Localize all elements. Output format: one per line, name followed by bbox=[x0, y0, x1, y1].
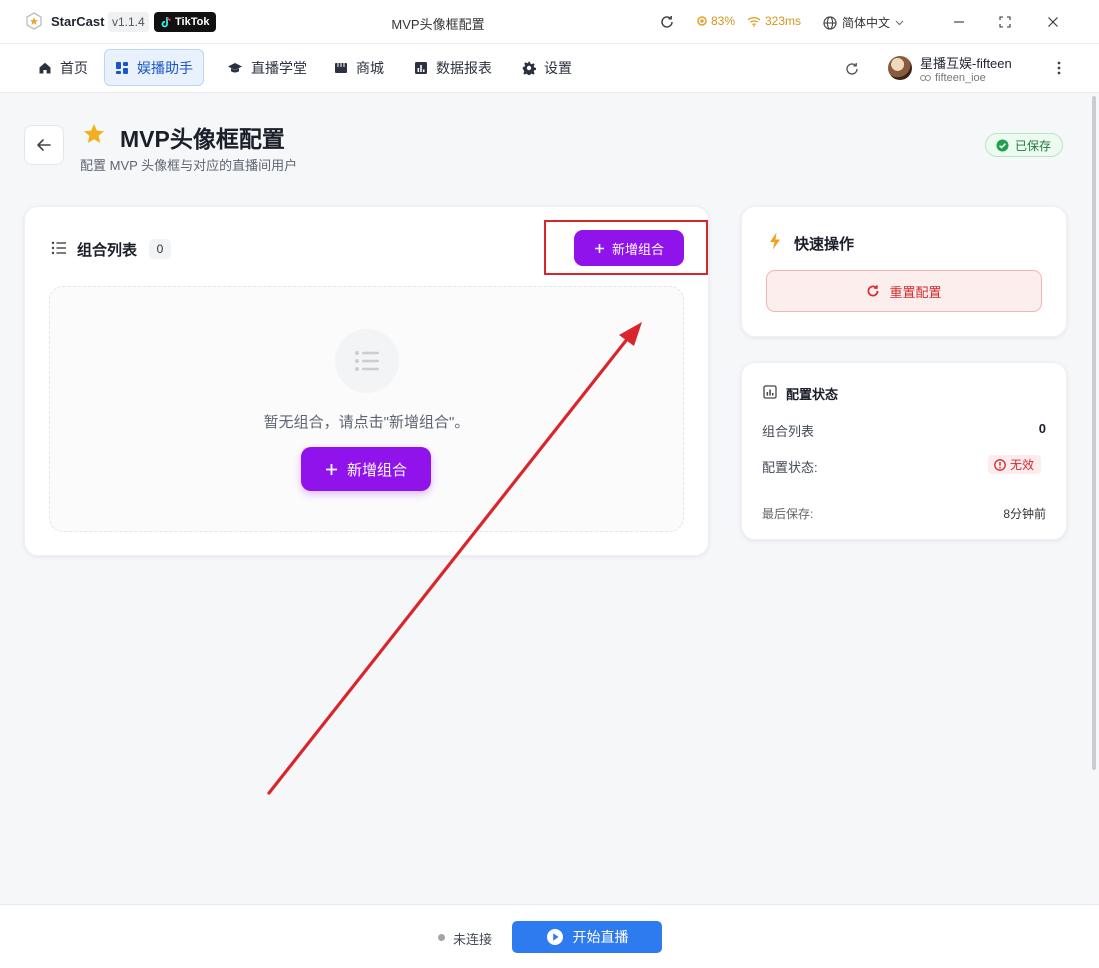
combo-list-title: 组合列表 bbox=[77, 242, 138, 259]
status-row-value: 0 bbox=[1038, 421, 1046, 436]
plus-icon bbox=[325, 463, 337, 475]
page-subtitle: 配置 MVP 头像框与对应的直播间用户 bbox=[80, 158, 298, 173]
language-label: 简体中文 bbox=[842, 16, 891, 30]
lightning-icon bbox=[770, 232, 780, 250]
alert-circle-icon bbox=[994, 458, 1006, 471]
empty-state-text: 暂无组合，请点击"新增组合"。 bbox=[263, 414, 470, 431]
list-icon bbox=[51, 241, 66, 255]
status-row-label: 配置状态: bbox=[762, 460, 818, 475]
add-combo-main-label: 新增组合 bbox=[346, 461, 407, 479]
status-badge: 已保存 bbox=[985, 133, 1064, 157]
status-row-label: 最后保存: bbox=[762, 507, 814, 521]
reset-config-button[interactable]: 重置配置 bbox=[766, 270, 1042, 312]
close-button[interactable] bbox=[1042, 11, 1064, 33]
invalid-label: 无效 bbox=[1010, 458, 1035, 472]
nav-label: 商城 bbox=[356, 59, 384, 76]
nav-item-reports[interactable]: 数据报表 bbox=[404, 49, 502, 86]
check-circle-icon bbox=[996, 139, 1009, 151]
empty-state-icon-wrap bbox=[335, 329, 399, 393]
nav-label: 娱播助手 bbox=[137, 59, 193, 76]
user-id-label: fifteen_ioe bbox=[935, 72, 986, 84]
nav-item-settings[interactable]: 设置 bbox=[512, 49, 582, 86]
close-icon bbox=[1048, 17, 1058, 27]
status-row-label: 组合列表 bbox=[762, 424, 815, 439]
dashboard-icon bbox=[116, 61, 128, 74]
combo-count-badge: 0 bbox=[149, 239, 171, 259]
play-circle-icon bbox=[546, 929, 563, 945]
minimize-button[interactable] bbox=[948, 11, 970, 33]
latency-indicator: 323ms bbox=[747, 14, 801, 28]
more-vertical-icon[interactable] bbox=[1052, 58, 1066, 78]
status-row-value: 8分钟前 bbox=[1003, 507, 1046, 521]
connection-status: 未连接 bbox=[453, 932, 493, 947]
language-selector[interactable]: 简体中文 bbox=[823, 14, 904, 31]
empty-state bbox=[49, 286, 684, 532]
graduation-cap-icon bbox=[228, 62, 242, 72]
nav-label: 数据报表 bbox=[436, 59, 492, 76]
scrollbar[interactable] bbox=[1092, 96, 1096, 770]
maximize-button[interactable] bbox=[994, 11, 1016, 33]
latency-value: 323ms bbox=[765, 14, 802, 28]
arrow-left-icon bbox=[37, 139, 51, 151]
user-name: 星播互娱-fifteen bbox=[920, 56, 1012, 71]
config-status-title: 配置状态 bbox=[786, 387, 839, 402]
reset-config-label: 重置配置 bbox=[889, 284, 942, 300]
refresh-icon[interactable] bbox=[658, 13, 676, 31]
nav-label: 首页 bbox=[60, 59, 88, 76]
page-title: MVP头像框配置 bbox=[120, 126, 285, 152]
nav-refresh-icon[interactable] bbox=[843, 60, 861, 78]
window-title: MVP头像框配置 bbox=[391, 17, 485, 32]
chart-icon bbox=[415, 61, 427, 74]
nav-item-academy[interactable]: 直播学堂 bbox=[217, 49, 317, 86]
nav-label: 直播学堂 bbox=[251, 59, 307, 76]
globe-icon bbox=[823, 15, 837, 30]
connection-status-dot bbox=[438, 934, 445, 941]
nav-item-assistant[interactable]: 娱播助手 bbox=[104, 49, 204, 86]
refresh-icon bbox=[868, 285, 879, 297]
saved-label: 已保存 bbox=[1015, 138, 1052, 153]
cpu-dot-icon bbox=[697, 16, 707, 26]
cpu-value: 83% bbox=[711, 14, 736, 28]
quick-actions-title: 快速操作 bbox=[794, 236, 855, 253]
avatar[interactable] bbox=[888, 56, 912, 80]
chevron-down-icon bbox=[895, 20, 904, 25]
wifi-icon bbox=[747, 16, 761, 27]
annotation-highlight-box bbox=[544, 220, 708, 275]
chart-icon bbox=[763, 385, 777, 399]
back-button[interactable] bbox=[24, 125, 64, 165]
star-icon bbox=[84, 124, 104, 143]
start-live-button[interactable]: 开始直播 bbox=[512, 921, 662, 953]
empty-list-icon bbox=[355, 351, 379, 371]
title-bar: StarCast v1.1.4 TikTok MVP头像框配置 83% 323m… bbox=[0, 0, 1099, 44]
nav-label: 设置 bbox=[544, 59, 572, 76]
nav-item-home[interactable]: 首页 bbox=[28, 49, 98, 86]
minimize-icon bbox=[954, 21, 964, 23]
home-icon bbox=[39, 62, 51, 73]
invalid-badge: 无效 bbox=[988, 455, 1042, 474]
maximize-icon bbox=[999, 16, 1011, 28]
gear-icon bbox=[522, 61, 536, 75]
start-live-label: 开始直播 bbox=[572, 929, 629, 945]
link-icon bbox=[920, 75, 931, 81]
add-combo-button-main[interactable]: 新增组合 bbox=[301, 447, 431, 491]
nav-item-store[interactable]: 商城 bbox=[324, 49, 394, 86]
store-icon bbox=[335, 62, 347, 73]
cpu-indicator: 83% bbox=[697, 14, 735, 28]
user-id: fifteen_ioe bbox=[920, 72, 986, 84]
